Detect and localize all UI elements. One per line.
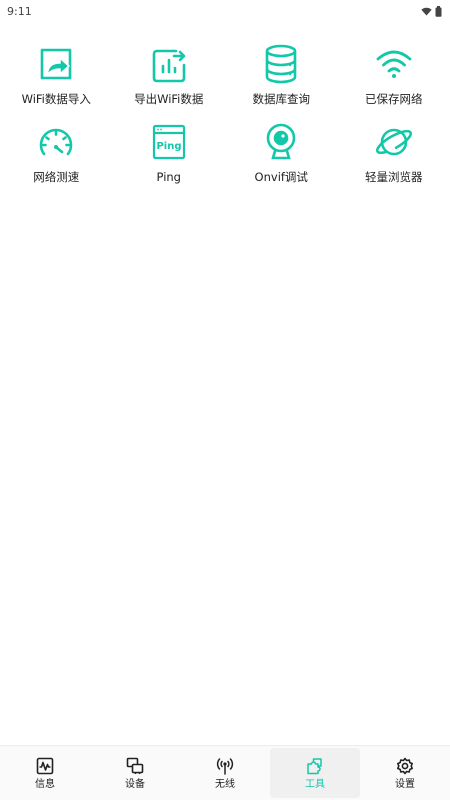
status-icons	[421, 5, 442, 17]
tool-ping[interactable]: Ping Ping	[113, 120, 226, 184]
nav-label: 设置	[395, 778, 415, 790]
tool-label: 已保存网络	[365, 92, 423, 106]
ping-icon-text: Ping	[156, 141, 181, 152]
tool-label: 网络测速	[33, 170, 80, 184]
tool-wifi-import[interactable]: WiFi数据导入	[0, 42, 113, 106]
nav-label: 工具	[305, 778, 325, 790]
tool-label: 导出WiFi数据	[134, 92, 204, 106]
wifi-import-icon	[36, 42, 76, 86]
devices-icon	[126, 756, 144, 776]
planet-icon	[374, 120, 414, 164]
bottom-nav: 信息 设备 无线 工具 设置	[0, 745, 450, 800]
tool-label: WiFi数据导入	[21, 92, 91, 106]
tool-label: 轻量浏览器	[365, 170, 423, 184]
tool-saved-networks[interactable]: 已保存网络	[338, 42, 450, 106]
tool-light-browser[interactable]: 轻量浏览器	[338, 120, 450, 184]
nav-label: 信息	[35, 778, 55, 790]
tool-database-query[interactable]: 数据库查询	[225, 42, 338, 106]
nav-item-tools[interactable]: 工具	[270, 748, 360, 798]
webcam-icon	[261, 120, 301, 164]
tool-label: Onvif调试	[254, 170, 308, 184]
nav-item-info[interactable]: 信息	[0, 746, 90, 800]
nav-item-devices[interactable]: 设备	[90, 746, 180, 800]
tools-grid: WiFi数据导入 导出WiFi数据 数据库查询 已保存网络 网络测速 Ping …	[0, 42, 450, 184]
nav-item-wireless[interactable]: 无线	[180, 746, 270, 800]
nav-label: 设备	[125, 778, 145, 790]
nav-label: 无线	[215, 778, 235, 790]
ping-icon: Ping	[149, 120, 189, 164]
tool-wifi-export[interactable]: 导出WiFi数据	[113, 42, 226, 106]
puzzle-icon	[306, 756, 324, 776]
tool-label: 数据库查询	[252, 92, 311, 106]
settings-gear-icon	[396, 756, 414, 776]
status-bar: 9:11	[0, 0, 450, 22]
tool-label: Ping	[156, 170, 181, 184]
wifi-icon	[421, 7, 432, 16]
saved-wifi-icon	[374, 42, 414, 86]
pulse-icon	[36, 756, 54, 776]
speedometer-icon	[36, 120, 76, 164]
antenna-icon	[215, 756, 235, 776]
status-time: 9:11	[7, 4, 32, 18]
nav-item-settings[interactable]: 设置	[360, 746, 450, 800]
database-icon	[261, 42, 301, 86]
tool-onvif-debug[interactable]: Onvif调试	[225, 120, 338, 184]
wifi-export-icon	[149, 42, 189, 86]
battery-icon	[435, 5, 442, 17]
tool-speed-test[interactable]: 网络测速	[0, 120, 113, 184]
